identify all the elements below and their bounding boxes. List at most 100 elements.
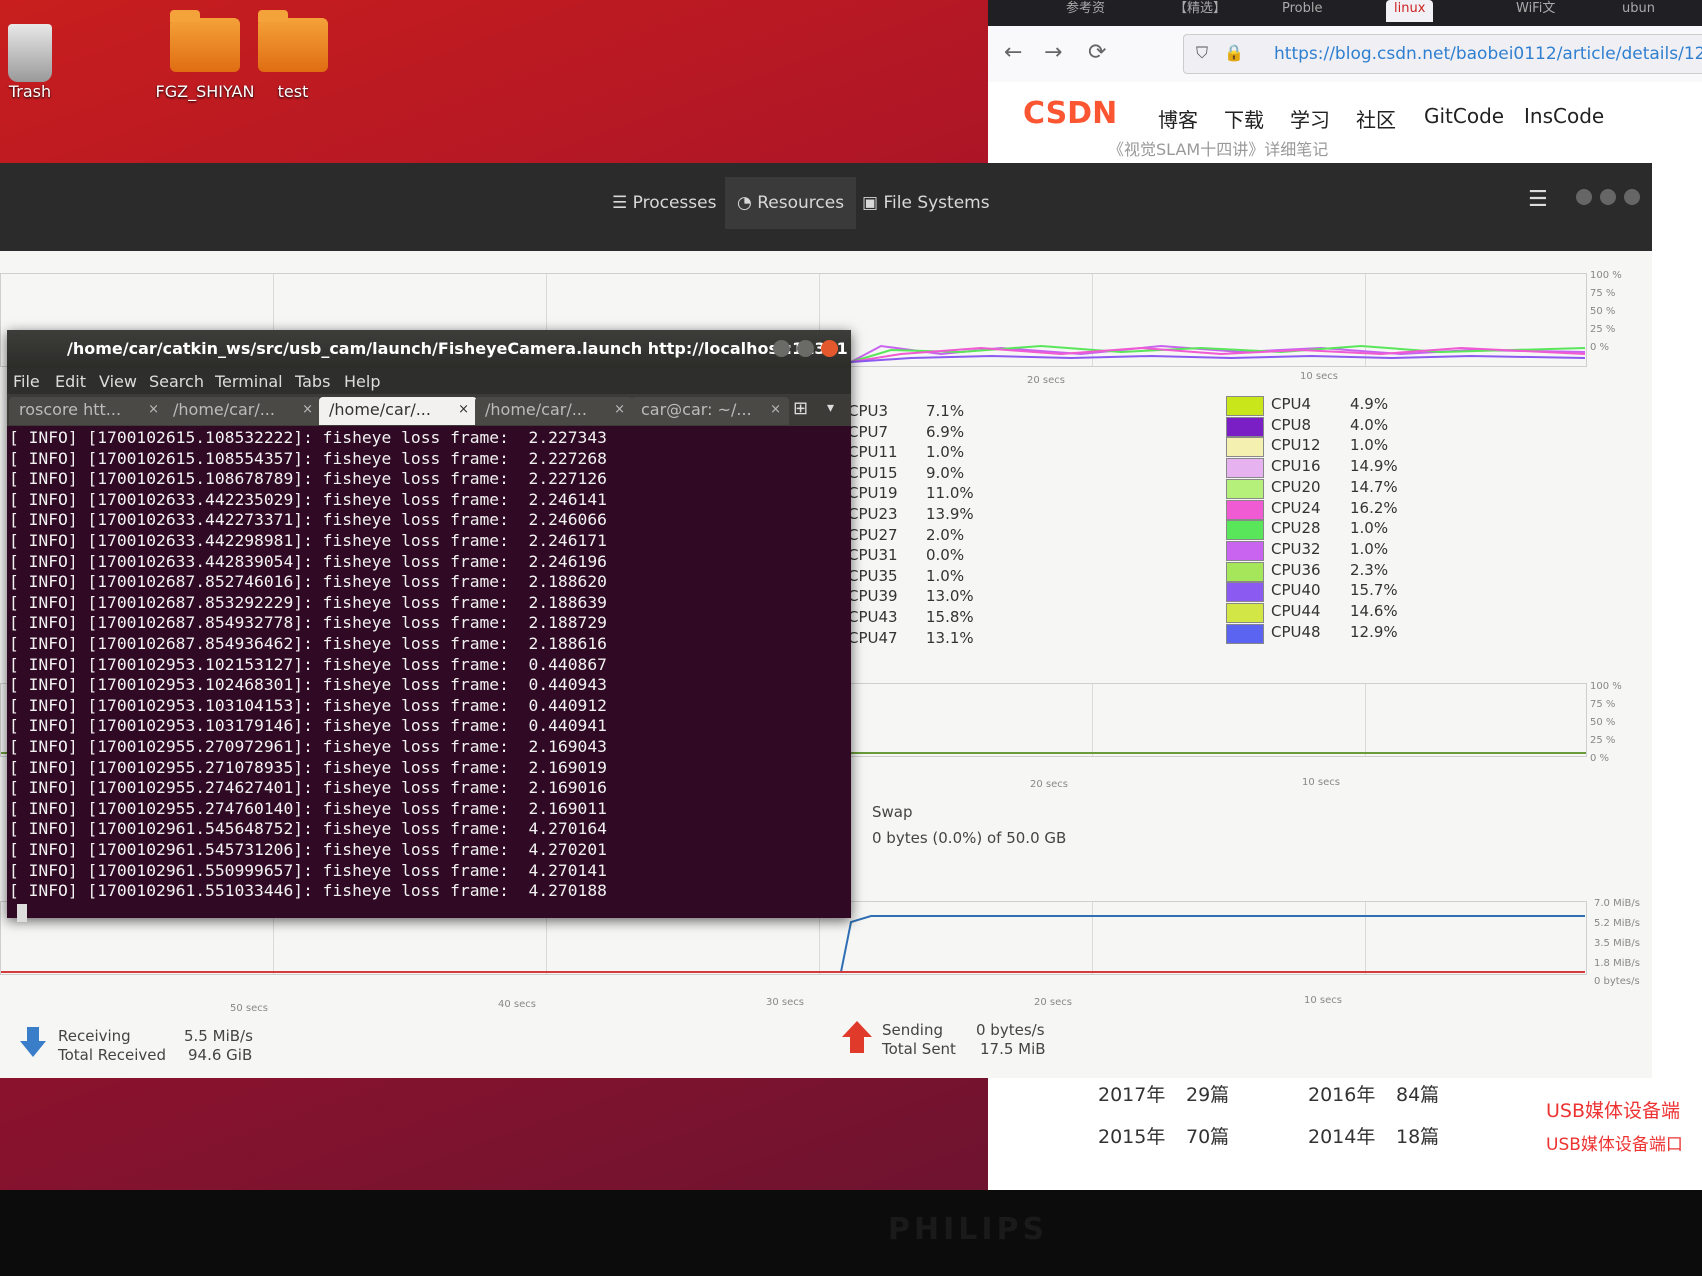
swap-value: 0 bytes (0.0%) of 50.0 GB <box>872 829 1067 847</box>
trash-desktop-icon[interactable]: Trash <box>4 24 56 101</box>
sidebar-link[interactable]: USB媒体设备端 <box>1546 1096 1680 1123</box>
menu-edit[interactable]: Edit <box>55 372 86 391</box>
cpu-color-swatch[interactable] <box>1226 499 1264 520</box>
close-icon[interactable] <box>821 340 838 357</box>
cpu-value: 1.0% <box>1350 519 1389 538</box>
archive-year[interactable]: 2017年 <box>1098 1080 1165 1107</box>
terminal-tab[interactable]: /home/car/... × <box>475 397 633 425</box>
minimize-icon[interactable] <box>1576 189 1592 205</box>
terminal-tab[interactable]: roscore htt... × <box>9 397 167 425</box>
nav-download[interactable]: 下载 <box>1224 104 1264 133</box>
terminal-tab[interactable]: car@car: ~/... × <box>631 397 789 425</box>
nav-gitcode[interactable]: GitCode <box>1424 104 1504 128</box>
terminal-line: [ INFO] [1700102633.442273371]: fisheye … <box>9 510 607 530</box>
maximize-icon[interactable] <box>1600 189 1616 205</box>
article-subtitle: 《视觉SLAM十四讲》详细笔记 <box>1108 140 1329 159</box>
terminal-line: [ INFO] [1700102953.102468301]: fisheye … <box>9 675 607 695</box>
cpu-color-swatch[interactable] <box>1226 540 1264 561</box>
close-tab-icon[interactable]: × <box>770 397 781 423</box>
menu-terminal[interactable]: Terminal <box>215 372 283 391</box>
nav-blog[interactable]: 博客 <box>1158 104 1198 133</box>
cpu-color-swatch[interactable] <box>1226 437 1264 458</box>
tab-processes[interactable]: ☰ Processes <box>600 177 728 229</box>
terminal-cursor <box>17 903 27 922</box>
menu-file[interactable]: File <box>13 372 40 391</box>
folder-test[interactable]: test <box>255 10 331 101</box>
cpu-name: CPU47 <box>848 628 898 647</box>
folder-fgz-shiyan[interactable]: FGZ_SHIYAN <box>150 10 260 101</box>
close-icon[interactable] <box>1624 189 1640 205</box>
browser-tab[interactable]: WiFi文 <box>1508 0 1563 22</box>
minimize-icon[interactable] <box>773 340 790 357</box>
nav-inscode[interactable]: InsCode <box>1524 104 1604 128</box>
close-tab-icon[interactable]: × <box>614 397 625 423</box>
cpu-color-swatch[interactable] <box>1226 561 1264 582</box>
cpu-color-swatch[interactable] <box>1226 623 1264 644</box>
nav-community[interactable]: 社区 <box>1356 104 1396 133</box>
tab-resources[interactable]: ◔ Resources <box>725 177 857 229</box>
archive-year[interactable]: 2015年 <box>1098 1122 1165 1149</box>
time-tick: 20 secs <box>1034 997 1072 1008</box>
new-tab-icon[interactable]: ⊞ <box>793 398 808 419</box>
cpu-name: CPU39 <box>848 587 898 606</box>
cpu-value: 13.9% <box>926 505 974 523</box>
terminal-tab-active[interactable]: /home/car/... × <box>319 397 477 425</box>
time-tick: 40 secs <box>498 999 536 1010</box>
cpu-color-swatch[interactable] <box>1226 520 1264 541</box>
reload-icon[interactable]: ⟳ <box>1088 40 1106 65</box>
cpu-name: CPU24 <box>1271 498 1321 517</box>
terminal-line: [ INFO] [1700102633.442298981]: fisheye … <box>9 531 607 550</box>
cpu-color-swatch[interactable] <box>1226 603 1264 623</box>
cpu-color-swatch[interactable] <box>1226 416 1264 437</box>
cpu-name: CPU40 <box>1271 581 1321 600</box>
menu-help[interactable]: Help <box>344 372 380 391</box>
terminal-output[interactable]: [ INFO] [1700102615.108532222]: fisheye … <box>7 426 851 922</box>
nav-learn[interactable]: 学习 <box>1290 104 1330 133</box>
menu-tabs[interactable]: Tabs <box>295 372 330 391</box>
browser-tab[interactable]: 参考资 <box>1058 0 1113 22</box>
cpu-name: CPU43 <box>848 608 898 626</box>
browser-tab[interactable]: 【精选】 <box>1166 0 1234 22</box>
terminal-line: [ INFO] [1700102961.551033446]: fisheye … <box>9 881 607 901</box>
browser-tab[interactable]: Proble <box>1274 0 1331 22</box>
csdn-logo[interactable]: CSDN <box>1023 96 1117 131</box>
back-icon[interactable]: ← <box>1004 40 1022 65</box>
tab-file-systems[interactable]: ▣ File Systems <box>850 177 1002 229</box>
receiving-label: Receiving <box>58 1027 131 1045</box>
close-tab-icon[interactable]: × <box>148 397 159 423</box>
cpu-name: CPU11 <box>848 443 898 462</box>
maximize-icon[interactable] <box>797 340 814 357</box>
cpu-color-swatch[interactable] <box>1226 478 1264 499</box>
hamburger-menu-icon[interactable]: ☰ <box>1528 187 1548 212</box>
archive-year[interactable]: 2014年 <box>1308 1122 1375 1149</box>
menu-view[interactable]: View <box>99 372 137 391</box>
archive-year[interactable]: 2016年 <box>1308 1080 1375 1107</box>
sending-arrow-icon <box>842 1021 872 1053</box>
cpu-name: CPU36 <box>1271 560 1321 579</box>
cpu-value: 12.9% <box>1350 622 1398 641</box>
close-tab-icon[interactable]: × <box>458 397 469 423</box>
total-sent-value: 17.5 MiB <box>980 1040 1046 1058</box>
terminal-line: [ INFO] [1700102961.545648752]: fisheye … <box>9 819 607 839</box>
cpu-name: CPU8 <box>1271 415 1312 434</box>
browser-tab-active[interactable]: linux <box>1386 0 1434 22</box>
cpu-value: 4.9% <box>1350 395 1389 413</box>
cpu-color-swatch[interactable] <box>1226 582 1264 603</box>
close-tab-icon[interactable]: × <box>302 397 313 423</box>
cpu-color-swatch[interactable] <box>1226 396 1264 416</box>
cpu-color-swatch[interactable] <box>1226 458 1264 479</box>
sidebar-link[interactable]: USB媒体设备端口 <box>1546 1130 1683 1155</box>
pct-tick: 75 % <box>1590 699 1616 710</box>
url-bar[interactable]: ⛉ 🔒 https://blog.csdn.net/baobei0112/art… <box>1183 34 1702 74</box>
cpu-value: 11.0% <box>926 484 974 503</box>
chevron-down-icon[interactable]: ▾ <box>827 400 834 416</box>
browser-tab[interactable]: ubun <box>1614 0 1663 22</box>
tab-resources-label: Resources <box>757 193 845 213</box>
cpu-value: 1.0% <box>1350 436 1389 455</box>
forward-icon[interactable]: → <box>1044 40 1062 65</box>
menu-search[interactable]: Search <box>149 372 204 391</box>
terminal-tab[interactable]: /home/car/... × <box>163 397 321 425</box>
terminal-titlebar[interactable]: /home/car/catkin_ws/src/usb_cam/launch/F… <box>7 330 851 368</box>
cpu-name: CPU15 <box>848 463 898 482</box>
cpu-name: CPU3 <box>848 402 889 420</box>
